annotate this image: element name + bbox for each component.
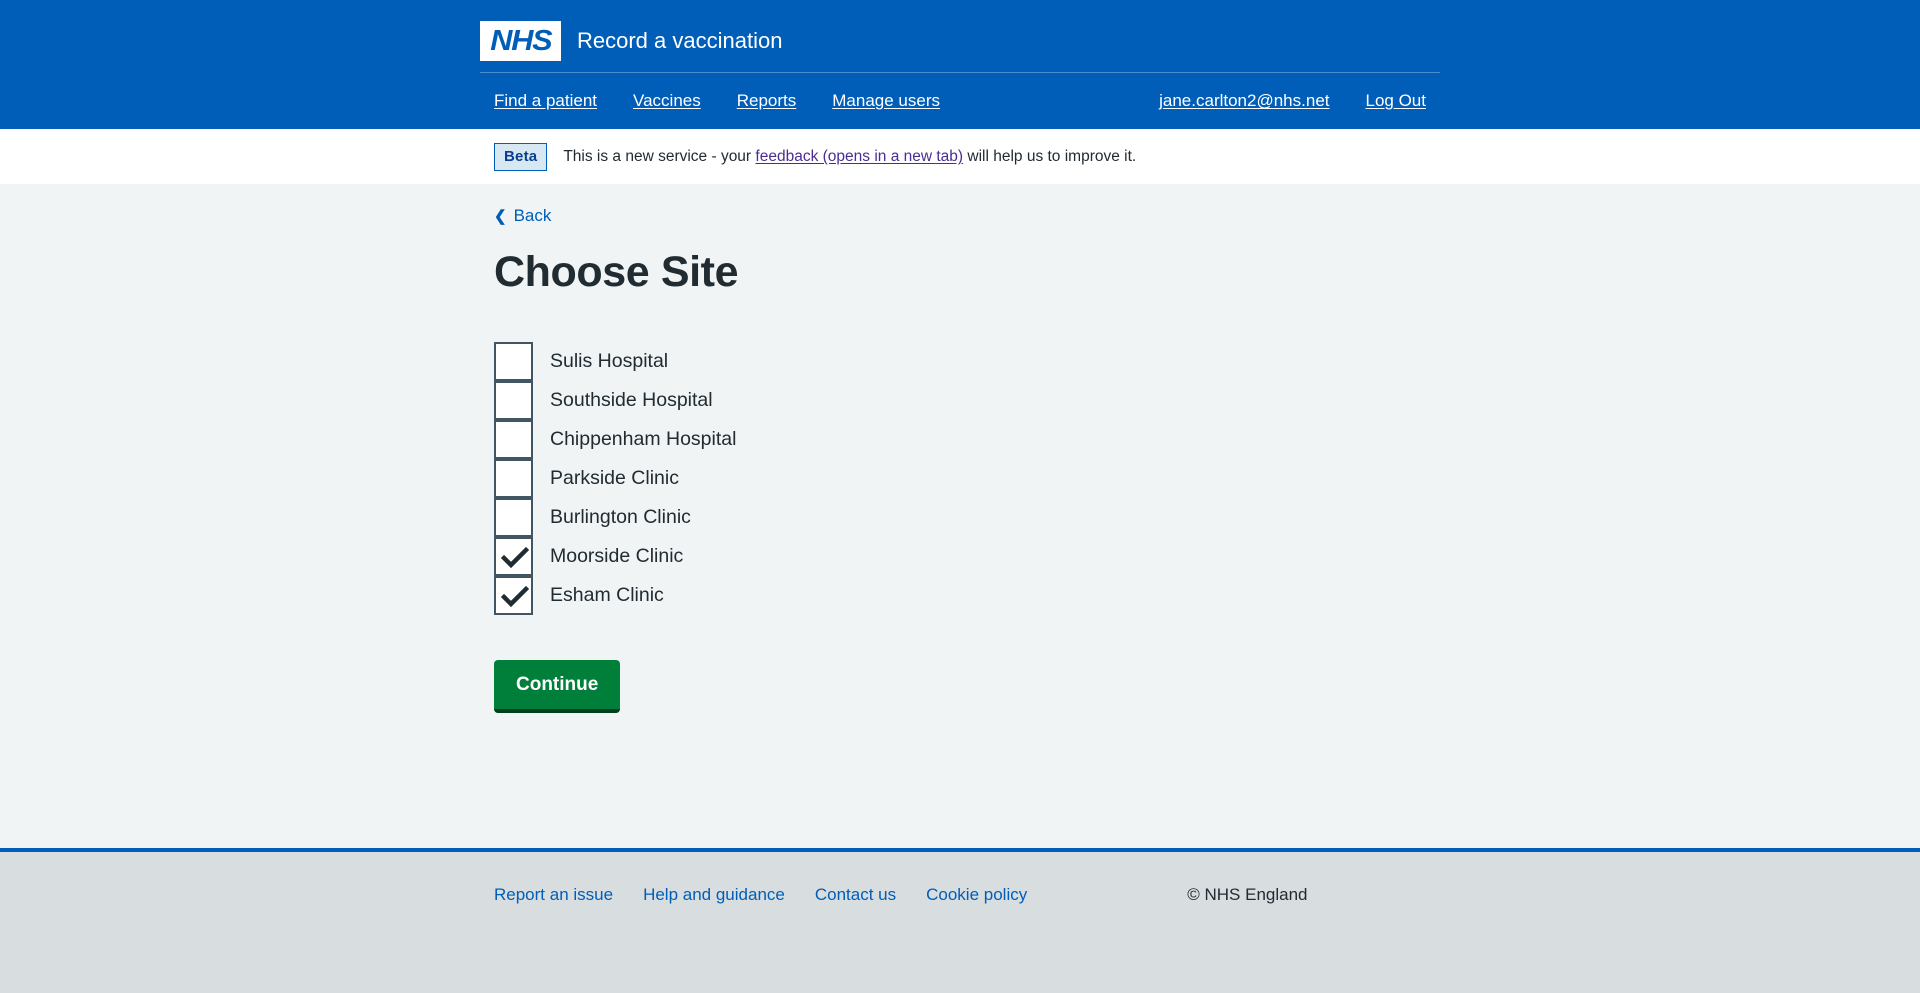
nhs-logo[interactable]: NHS	[480, 21, 561, 61]
checkbox-box[interactable]	[494, 576, 533, 616]
beta-text-before: This is a new service - your	[563, 147, 756, 165]
site-header: NHS Record a vaccination Find a patient …	[0, 0, 1920, 129]
header-container: NHS Record a vaccination	[480, 10, 1440, 72]
footer-copyright: © NHS England	[1187, 885, 1308, 904]
checkbox-box[interactable]	[494, 498, 533, 538]
check-icon	[501, 586, 529, 608]
checkbox-item-parkside-clinic[interactable]: Parkside Clinic	[494, 459, 1440, 499]
nhs-logo-text: NHS	[489, 24, 552, 57]
nav-account-links: jane.carlton2@nhs.net Log Out	[1123, 91, 1426, 111]
page-title: Choose Site	[494, 248, 739, 296]
checkbox-label: Esham Clinic	[550, 584, 664, 607]
nav-item-user-email[interactable]: jane.carlton2@nhs.net	[1159, 91, 1329, 111]
nav-item-vaccines[interactable]: Vaccines	[633, 91, 701, 111]
nav-item-find-a-patient[interactable]: Find a patient	[494, 91, 597, 111]
nav-item-manage-users[interactable]: Manage users	[832, 91, 940, 111]
footer-link-cookie-policy[interactable]: Cookie policy	[926, 885, 1027, 905]
checkbox-box[interactable]	[494, 381, 533, 421]
beta-tag: Beta	[494, 143, 548, 171]
beta-banner-inner: Beta This is a new service - your feedba…	[480, 143, 1440, 171]
site-footer: Report an issue Help and guidance Contac…	[0, 848, 1920, 993]
checkbox-label: Parkside Clinic	[550, 467, 679, 490]
checkbox-label: Chippenham Hospital	[550, 428, 737, 451]
footer-link-contact-us[interactable]: Contact us	[815, 885, 896, 905]
nav-item-log-out[interactable]: Log Out	[1366, 91, 1427, 111]
site-checkbox-list: Sulis Hospital Southside Hospital Chippe…	[494, 342, 1440, 616]
footer-link-help-and-guidance[interactable]: Help and guidance	[643, 885, 785, 905]
checkbox-item-chippenham-hospital[interactable]: Chippenham Hospital	[494, 420, 1440, 460]
checkbox-box[interactable]	[494, 537, 533, 577]
beta-text-after: will help us to improve it.	[963, 147, 1137, 165]
continue-button[interactable]: Continue	[494, 660, 621, 714]
checkbox-label: Moorside Clinic	[550, 545, 684, 568]
checkbox-box[interactable]	[494, 420, 533, 460]
service-name: Record a vaccination	[577, 27, 783, 53]
check-icon	[501, 547, 529, 569]
checkbox-label: Sulis Hospital	[550, 350, 669, 373]
main-inner: ❮ Back Choose Site Sulis Hospital Souths…	[480, 206, 1440, 714]
checkbox-item-burlington-clinic[interactable]: Burlington Clinic	[494, 498, 1440, 538]
checkbox-item-esham-clinic[interactable]: Esham Clinic	[494, 576, 1440, 616]
checkbox-box[interactable]	[494, 342, 533, 382]
back-link[interactable]: ❮ Back	[494, 206, 551, 226]
footer-links: Report an issue Help and guidance Contac…	[494, 885, 1057, 905]
checkbox-label: Southside Hospital	[550, 389, 713, 412]
back-link-label: Back	[513, 206, 552, 225]
checkbox-item-southside-hospital[interactable]: Southside Hospital	[494, 381, 1440, 421]
nav-container: Find a patient Vaccines Reports Manage u…	[480, 73, 1440, 129]
nhs-record-a-vaccination-page: NHS Record a vaccination Find a patient …	[0, 0, 1920, 993]
footer-link-report-an-issue[interactable]: Report an issue	[494, 885, 613, 905]
header-top-row: NHS Record a vaccination	[480, 10, 1440, 72]
beta-banner-text: This is a new service - your feedback (o…	[563, 147, 1136, 167]
checkbox-box[interactable]	[494, 459, 533, 499]
primary-navigation: Find a patient Vaccines Reports Manage u…	[480, 73, 1440, 129]
footer-inner: Report an issue Help and guidance Contac…	[480, 852, 1440, 905]
nav-item-reports[interactable]: Reports	[737, 91, 797, 111]
feedback-link[interactable]: feedback (opens in a new tab)	[755, 148, 963, 165]
checkbox-label: Burlington Clinic	[550, 506, 691, 529]
nav-primary-links: Find a patient Vaccines Reports Manage u…	[494, 91, 976, 111]
checkbox-item-sulis-hospital[interactable]: Sulis Hospital	[494, 342, 1440, 382]
chevron-left-icon: ❮	[494, 207, 507, 225]
checkbox-item-moorside-clinic[interactable]: Moorside Clinic	[494, 537, 1440, 577]
beta-phase-banner: Beta This is a new service - your feedba…	[0, 129, 1920, 184]
main-content: ❮ Back Choose Site Sulis Hospital Souths…	[0, 184, 1920, 848]
